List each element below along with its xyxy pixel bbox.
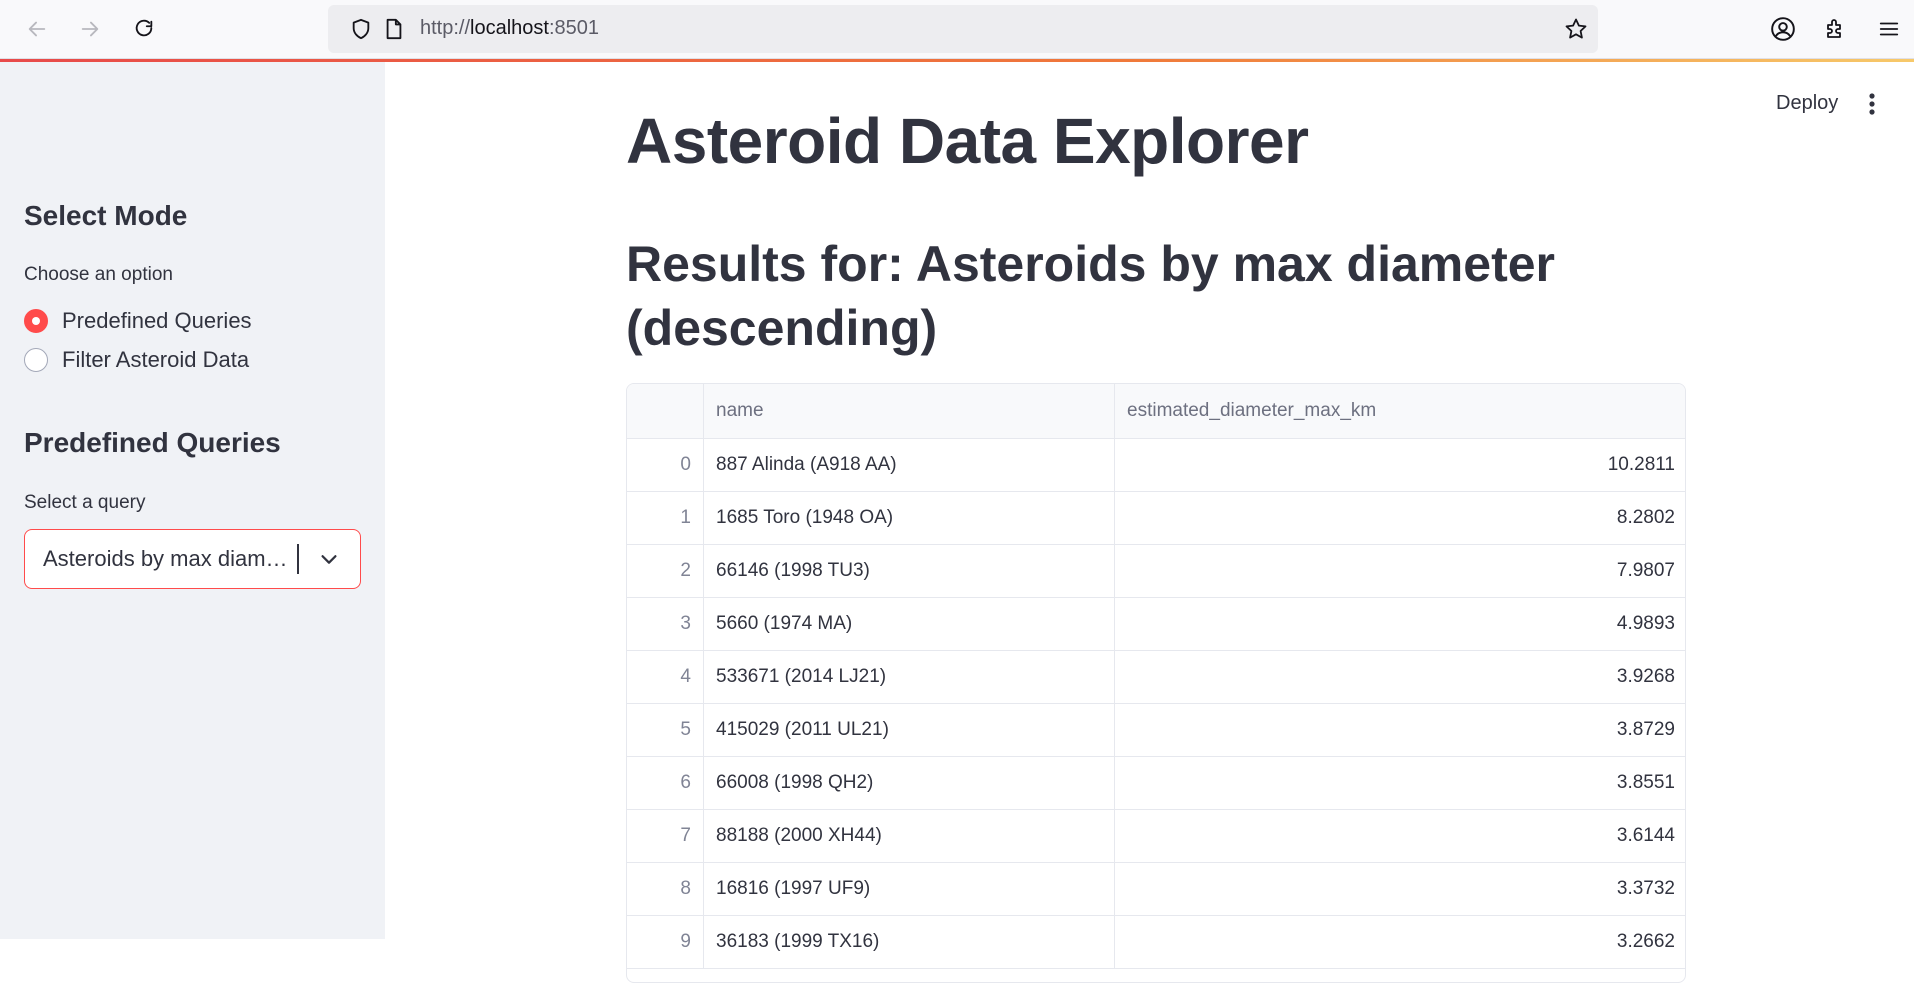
arrow-right-icon [81, 21, 99, 37]
cell-name[interactable]: 66008 (1998 QH2) [704, 757, 1115, 810]
query-label: Select a query [24, 492, 146, 513]
radio-label: Predefined Queries [62, 308, 252, 333]
url-scheme: http:// [420, 17, 471, 39]
column-header-label: estimated_diameter_max_km [1127, 400, 1377, 421]
cell-name[interactable]: 415029 (2011 UL21) [704, 704, 1115, 757]
predefined-queries-heading: Predefined Queries [24, 427, 281, 458]
column-header-label: name [716, 400, 764, 421]
page-title: Asteroid Data Explorer [626, 105, 1309, 177]
cell-diameter[interactable]: 3.2662 [1115, 916, 1685, 969]
cell-diameter[interactable]: 3.9268 [1115, 651, 1685, 704]
cell-name[interactable]: 88188 (2000 XH44) [704, 810, 1115, 863]
bookmark-star-icon[interactable] [1564, 17, 1588, 46]
url-host: localhost [470, 17, 549, 39]
row-index: 4 [627, 651, 704, 704]
cell-diameter[interactable]: 7.9807 [1115, 545, 1685, 598]
address-bar[interactable]: http://localhost:8501 [328, 5, 1598, 53]
cell-diameter[interactable]: 4.9893 [1115, 598, 1685, 651]
shield-icon[interactable] [350, 18, 372, 45]
row-index: 0 [627, 439, 704, 492]
url-port: :8501 [548, 17, 600, 39]
cell-diameter[interactable]: 3.8551 [1115, 757, 1685, 810]
row-index: 6 [627, 757, 704, 810]
browser-toolbar: http://localhost:8501 [0, 0, 1914, 59]
table-row: 7 88188 (2000 XH44) 3.6144 [627, 810, 1685, 863]
table-header: name estimated_diameter_max_km [627, 384, 1685, 439]
cell-name[interactable]: 533671 (2014 LJ21) [704, 651, 1115, 704]
table-row: 6 66008 (1998 QH2) 3.8551 [627, 757, 1685, 810]
arrow-left-icon [28, 21, 46, 37]
url-text[interactable]: http://localhost:8501 [420, 17, 599, 40]
mode-label: Choose an option [24, 264, 173, 285]
row-index: 8 [627, 863, 704, 916]
cell-diameter[interactable]: 10.2811 [1115, 439, 1685, 492]
sidebar: Select Mode Choose an option Predefined … [0, 62, 385, 939]
account-icon[interactable] [1768, 14, 1798, 44]
more-options-icon[interactable] [1868, 92, 1876, 121]
row-index: 3 [627, 598, 704, 651]
table-row: 2 66146 (1998 TU3) 7.9807 [627, 545, 1685, 598]
cell-diameter[interactable]: 8.2802 [1115, 492, 1685, 545]
row-index: 2 [627, 545, 704, 598]
row-index: 9 [627, 916, 704, 969]
radio-selected-icon[interactable] [24, 309, 48, 333]
radio-filter-asteroid-data[interactable]: Filter Asteroid Data [24, 347, 249, 373]
results-heading: Results for: Asteroids by max diameter (… [626, 236, 1555, 356]
cell-diameter[interactable]: 3.6144 [1115, 810, 1685, 863]
cell-name[interactable]: 16816 (1997 UF9) [704, 863, 1115, 916]
radio-unselected-icon[interactable] [24, 348, 48, 372]
table-row: 8 16816 (1997 UF9) 3.3732 [627, 863, 1685, 916]
reload-button[interactable] [129, 14, 159, 44]
menu-icon[interactable] [1874, 14, 1904, 44]
forward-button[interactable] [75, 14, 105, 44]
row-index: 1 [627, 492, 704, 545]
page-icon[interactable] [384, 18, 404, 45]
query-select-value: Asteroids by max diam… [43, 546, 288, 571]
cell-name[interactable]: 36183 (1999 TX16) [704, 916, 1115, 969]
chevron-down-icon[interactable] [318, 548, 340, 575]
reload-icon [135, 19, 153, 37]
table-row: 0 887 Alinda (A918 AA) 10.2811 [627, 439, 1685, 492]
extensions-icon[interactable] [1821, 14, 1851, 44]
radio-label: Filter Asteroid Data [62, 347, 250, 372]
row-index: 5 [627, 704, 704, 757]
table-row: 1 1685 Toro (1948 OA) 8.2802 [627, 492, 1685, 545]
table-row: 3 5660 (1974 MA) 4.9893 [627, 598, 1685, 651]
deploy-button[interactable]: Deploy [1776, 92, 1838, 115]
table-row: 5 415029 (2011 UL21) 3.8729 [627, 704, 1685, 757]
cell-diameter[interactable]: 3.3732 [1115, 863, 1685, 916]
select-mode-heading: Select Mode [24, 200, 188, 231]
cell-name[interactable]: 5660 (1974 MA) [704, 598, 1115, 651]
results-table[interactable]: name estimated_diameter_max_km 0 887 Ali… [626, 383, 1686, 983]
table-row: 9 36183 (1999 TX16) 3.2662 [627, 916, 1685, 969]
query-select[interactable]: Asteroids by max diam… [24, 529, 361, 589]
row-index: 7 [627, 810, 704, 863]
column-header-diameter[interactable]: estimated_diameter_max_km [1115, 384, 1685, 438]
cell-name[interactable]: 66146 (1998 TU3) [704, 545, 1115, 598]
back-button[interactable] [22, 14, 52, 44]
column-header-name[interactable]: name [704, 384, 1115, 438]
index-header[interactable] [627, 384, 704, 438]
cell-diameter[interactable]: 3.8729 [1115, 704, 1685, 757]
cell-name[interactable]: 1685 Toro (1948 OA) [704, 492, 1115, 545]
radio-predefined-queries[interactable]: Predefined Queries [24, 308, 252, 334]
cell-name[interactable]: 887 Alinda (A918 AA) [704, 439, 1115, 492]
table-row: 4 533671 (2014 LJ21) 3.9268 [627, 651, 1685, 704]
text-caret [297, 544, 299, 574]
